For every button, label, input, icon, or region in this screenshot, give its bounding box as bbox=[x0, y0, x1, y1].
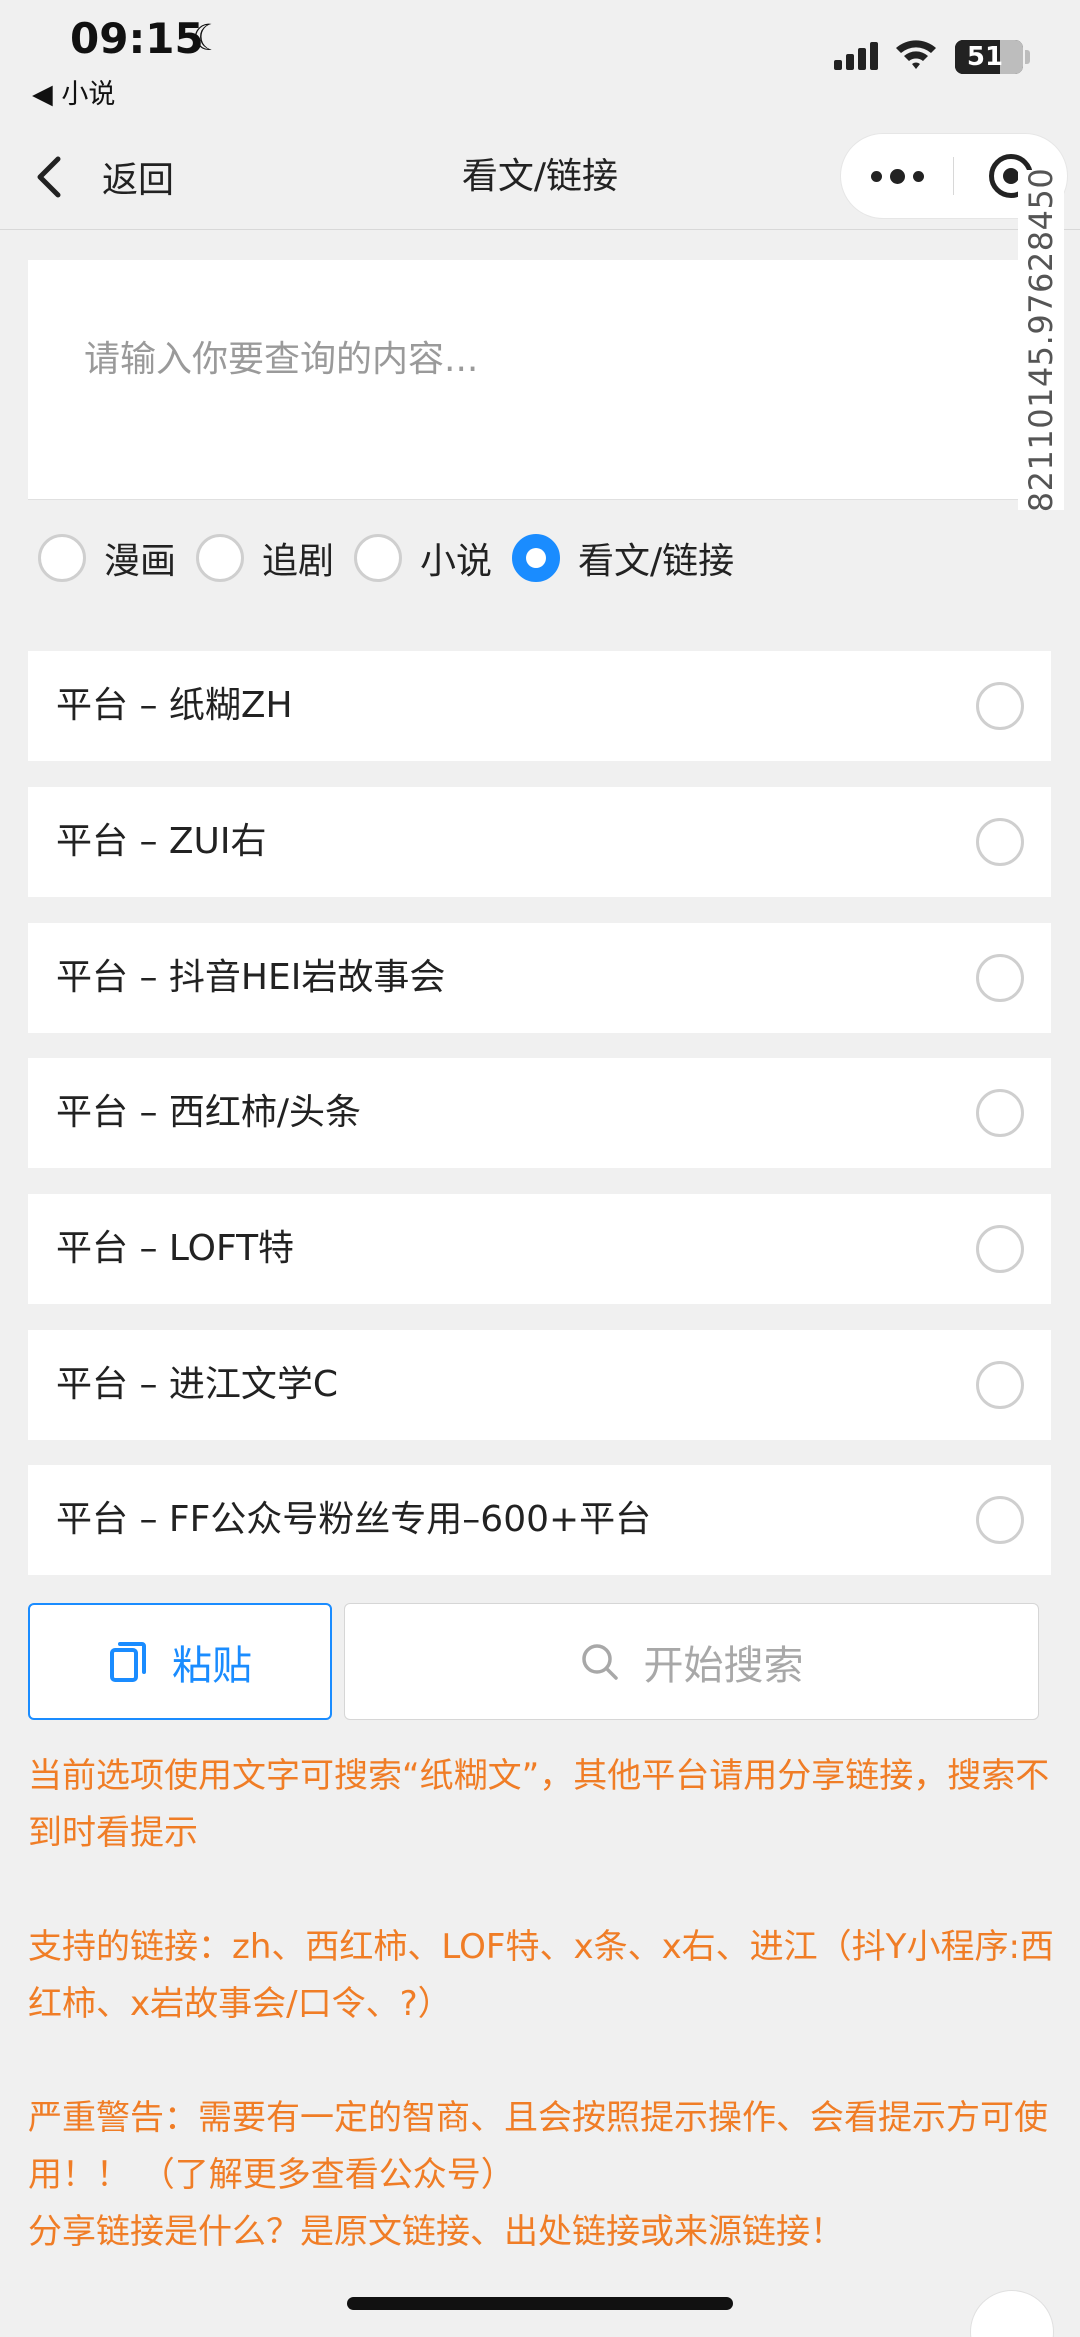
radio-unchecked-icon bbox=[976, 818, 1024, 866]
radio-unchecked-icon bbox=[976, 1496, 1024, 1544]
more-options-button[interactable] bbox=[841, 134, 953, 218]
platform-label: 平台 – ZUI右 bbox=[56, 821, 267, 862]
radio-unchecked-icon bbox=[976, 1089, 1024, 1137]
start-search-button[interactable]: 开始搜索 bbox=[344, 1603, 1039, 1720]
battery-level: 51 bbox=[966, 42, 1004, 72]
category-option-comic[interactable]: 漫画 bbox=[38, 532, 176, 584]
radio-unchecked-icon bbox=[38, 534, 86, 582]
platform-label: 平台 – 进江文学C bbox=[56, 1364, 339, 1405]
radio-unchecked-icon bbox=[976, 1361, 1024, 1409]
platform-label: 平台 – 西红柿/头条 bbox=[56, 1092, 362, 1133]
notice-line: 分享链接是什么？是原文链接、出处链接或来源链接！ bbox=[28, 2212, 844, 2252]
category-label: 漫画 bbox=[104, 541, 177, 582]
category-option-drama[interactable]: 追剧 bbox=[196, 532, 334, 584]
platform-option[interactable]: 平台 – ZUI右 bbox=[28, 787, 1051, 897]
search-label: 开始搜索 bbox=[643, 1642, 804, 1689]
category-label: 追剧 bbox=[262, 541, 335, 582]
notice-line: 严重警告：需要有一定的智商、且会按照提示操作、会看提示方可使用！！ （了解更多查… bbox=[28, 2098, 1048, 2195]
radio-checked-icon bbox=[512, 534, 561, 582]
platform-label: 平台 – FF公众号粉丝专用–600+平台 bbox=[56, 1499, 652, 1540]
platform-option[interactable]: 平台 – 纸糊ZH bbox=[28, 651, 1051, 761]
paste-label: 粘贴 bbox=[172, 1642, 252, 1689]
navigation-bar: 返回 看文/链接 bbox=[0, 125, 1080, 230]
platform-option[interactable]: 平台 – FF公众号粉丝专用–600+平台 bbox=[28, 1465, 1051, 1575]
radio-unchecked-icon bbox=[976, 682, 1024, 730]
notice-line: 支持的链接：zh、西红柿、LOF特、x条、x右、进江（抖Y小程序:西红柿、x岩故… bbox=[28, 1927, 1054, 2024]
platform-label: 平台 – 纸糊ZH bbox=[56, 685, 293, 726]
status-time: 09:15 bbox=[70, 14, 204, 63]
watermark: 82110145.97628450 bbox=[1018, 167, 1064, 513]
platform-option[interactable]: 平台 – LOFT特 bbox=[28, 1194, 1051, 1304]
platform-option[interactable]: 平台 – 抖音HEI岩故事会 bbox=[28, 923, 1051, 1033]
watermark-text: 82110145.97628450 bbox=[1022, 167, 1060, 513]
radio-unchecked-icon bbox=[976, 954, 1024, 1002]
clipboard-icon bbox=[110, 1641, 146, 1682]
category-option-novel[interactable]: 小说 bbox=[354, 532, 492, 584]
home-indicator bbox=[347, 2297, 733, 2310]
category-radio-group: 漫画 追剧 小说 看文/链接 bbox=[38, 528, 754, 588]
platform-label: 平台 – LOFT特 bbox=[56, 1228, 295, 1269]
platform-option[interactable]: 平台 – 西红柿/头条 bbox=[28, 1058, 1051, 1168]
wifi-icon bbox=[896, 40, 936, 69]
radio-unchecked-icon bbox=[354, 534, 403, 582]
search-input[interactable] bbox=[28, 260, 1053, 499]
category-label: 小说 bbox=[420, 541, 493, 582]
search-icon bbox=[581, 1643, 618, 1680]
category-option-link[interactable]: 看文/链接 bbox=[512, 532, 734, 584]
radio-unchecked-icon bbox=[976, 1225, 1024, 1273]
cellular-signal-icon bbox=[834, 42, 878, 70]
radio-unchecked-icon bbox=[196, 534, 245, 582]
platform-option[interactable]: 平台 – 进江文学C bbox=[28, 1330, 1051, 1440]
category-label: 看文/链接 bbox=[578, 541, 735, 582]
query-box bbox=[28, 260, 1053, 500]
back-to-app-link[interactable]: ◀ 小说 bbox=[32, 72, 115, 111]
platform-label: 平台 – 抖音HEI岩故事会 bbox=[56, 957, 446, 998]
floating-button[interactable] bbox=[970, 2290, 1054, 2337]
battery-icon: 51 bbox=[955, 40, 1023, 74]
moon-icon: ☾ bbox=[192, 18, 225, 59]
paste-button[interactable]: 粘贴 bbox=[28, 1603, 332, 1720]
notice-line: 当前选项使用文字可搜索“纸糊文”，其他平台请用分享链接，搜索不到时看提示 bbox=[28, 1756, 1050, 1853]
battery-tip bbox=[1025, 50, 1030, 64]
status-bar: 09:15 ☾ ◀ 小说 51 bbox=[0, 0, 1080, 120]
notice-text: 当前选项使用文字可搜索“纸糊文”，其他平台请用分享链接，搜索不到时看提示 支持的… bbox=[28, 1748, 1058, 2261]
